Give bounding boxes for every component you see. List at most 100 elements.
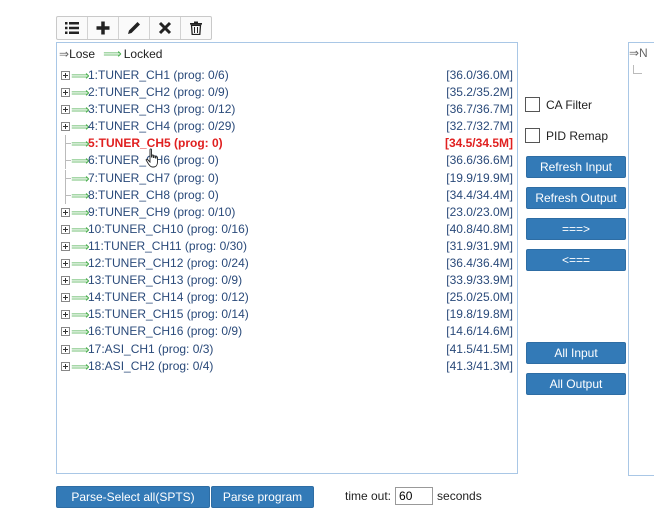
- channel-label[interactable]: 13:TUNER_CH13 (prog: 0/9): [88, 272, 242, 289]
- edit-button[interactable]: [119, 17, 150, 39]
- ca-filter-option[interactable]: CA Filter: [525, 97, 592, 112]
- channel-row[interactable]: ⟹ 9:TUNER_CH9 (prog: 0/10) [23.0/23.0M]: [57, 204, 517, 221]
- channel-row[interactable]: ⟹ 7:TUNER_CH7 (prog: 0) [19.9/19.9M]: [57, 169, 517, 187]
- locked-arrow-icon: ⟹: [71, 85, 90, 101]
- locked-arrow-icon: ⟹: [71, 238, 90, 254]
- list-icon: [65, 22, 79, 34]
- channel-row[interactable]: ⟹ 14:TUNER_CH14 (prog: 0/12) [25.0/25.0M]: [57, 289, 517, 306]
- channel-row[interactable]: ⟹ 17:ASI_CH1 (prog: 0/3) [41.5/41.5M]: [57, 341, 517, 358]
- channel-row[interactable]: ⟹ 1:TUNER_CH1 (prog: 0/6) [36.0/36.0M]: [57, 67, 517, 84]
- all-output-button[interactable]: All Output: [526, 373, 626, 395]
- timeout-unit: seconds: [437, 489, 482, 503]
- parse-program-button[interactable]: Parse program: [211, 486, 314, 508]
- expand-icon[interactable]: [61, 327, 70, 337]
- channel-label[interactable]: 3:TUNER_CH3 (prog: 0/12): [88, 101, 235, 118]
- locked-arrow-icon: ⟹: [71, 170, 90, 186]
- list-button[interactable]: [57, 17, 88, 39]
- input-channel-panel[interactable]: ⇒ Lose ⟹ Locked ⟹ 1:TUNER_CH1 (prog: 0/6)…: [56, 42, 518, 474]
- timeout-input[interactable]: [395, 487, 434, 505]
- channel-row[interactable]: ⟹ 6:TUNER_CH6 (prog: 0) [36.6/36.6M]: [57, 152, 517, 170]
- add-button[interactable]: [88, 17, 119, 39]
- expand-icon[interactable]: [61, 105, 70, 115]
- channel-row[interactable]: ⟹ 5:TUNER_CH5 (prog: 0) [34.5/34.5M]: [57, 135, 517, 153]
- refresh-input-button[interactable]: Refresh Input: [526, 156, 626, 178]
- channel-label[interactable]: 7:TUNER_CH7 (prog: 0): [88, 170, 219, 187]
- channel-label[interactable]: 9:TUNER_CH9 (prog: 0/10): [88, 204, 235, 221]
- channel-label[interactable]: 16:TUNER_CH16 (prog: 0/9): [88, 323, 242, 340]
- expand-icon[interactable]: [61, 293, 70, 303]
- channel-row[interactable]: ⟹ 4:TUNER_CH4 (prog: 0/29) [32.7/32.7M]: [57, 118, 517, 135]
- channel-row[interactable]: ⟹ 16:TUNER_CH16 (prog: 0/9) [14.6/14.6M]: [57, 323, 517, 340]
- channel-label[interactable]: 10:TUNER_CH10 (prog: 0/16): [88, 221, 249, 238]
- expand-icon[interactable]: [61, 88, 70, 98]
- trash-button[interactable]: [181, 17, 211, 39]
- channel-label[interactable]: 17:ASI_CH1 (prog: 0/3): [88, 341, 213, 358]
- locked-arrow-icon: ⟹: [71, 119, 90, 135]
- trash-icon: [190, 21, 202, 35]
- channel-bitrate: [19.8/19.8M]: [446, 307, 513, 322]
- expand-icon[interactable]: [61, 241, 70, 251]
- move-left-button[interactable]: <===: [526, 249, 626, 271]
- output-channel-panel[interactable]: ⇒N: [628, 42, 654, 476]
- expand-icon[interactable]: [61, 122, 70, 132]
- channel-bitrate: [14.6/14.6M]: [446, 324, 513, 339]
- move-right-button[interactable]: ===>: [526, 218, 626, 240]
- channel-bitrate: [34.5/34.5M]: [444, 136, 513, 151]
- channel-label[interactable]: 1:TUNER_CH1 (prog: 0/6): [88, 67, 229, 84]
- expand-icon[interactable]: [61, 344, 70, 354]
- pencil-icon: [128, 22, 140, 34]
- channel-row[interactable]: ⟹ 8:TUNER_CH8 (prog: 0) [34.4/34.4M]: [57, 186, 517, 204]
- channel-bitrate: [36.7/36.7M]: [446, 102, 513, 117]
- expand-icon[interactable]: [61, 276, 70, 286]
- channel-label[interactable]: 6:TUNER_CH6 (prog: 0): [88, 152, 219, 169]
- expand-icon[interactable]: [61, 259, 70, 269]
- channel-bitrate: [23.0/23.0M]: [446, 204, 513, 219]
- locked-arrow-icon: ⟹: [71, 136, 90, 152]
- refresh-output-button[interactable]: Refresh Output: [526, 187, 626, 209]
- locked-arrow-icon: ⟹: [71, 187, 90, 203]
- channel-bitrate: [41.5/41.5M]: [446, 341, 513, 356]
- channel-row[interactable]: ⟹ 18:ASI_CH2 (prog: 0/4) [41.3/41.3M]: [57, 358, 517, 375]
- expand-icon[interactable]: [61, 310, 70, 320]
- channel-row[interactable]: ⟹ 13:TUNER_CH13 (prog: 0/9) [33.9/33.9M]: [57, 272, 517, 289]
- channel-label[interactable]: 14:TUNER_CH14 (prog: 0/12): [88, 289, 249, 306]
- channel-label[interactable]: 12:TUNER_CH12 (prog: 0/24): [88, 255, 249, 272]
- locked-arrow-icon: ⟹: [71, 341, 90, 357]
- parse-select-all-button[interactable]: Parse-Select all(SPTS): [56, 486, 210, 508]
- channel-row[interactable]: ⟹ 12:TUNER_CH12 (prog: 0/24) [36.4/36.4M]: [57, 255, 517, 272]
- all-input-button[interactable]: All Input: [526, 342, 626, 364]
- channel-label[interactable]: 15:TUNER_CH15 (prog: 0/14): [88, 306, 249, 323]
- ca-filter-checkbox[interactable]: [525, 97, 540, 112]
- expand-icon[interactable]: [61, 361, 70, 371]
- plus-icon: [96, 21, 110, 35]
- channel-label[interactable]: 5:TUNER_CH5 (prog: 0): [88, 135, 223, 152]
- channel-bitrate: [41.3/41.3M]: [446, 358, 513, 373]
- channel-label[interactable]: 4:TUNER_CH4 (prog: 0/29): [88, 118, 235, 135]
- delete-button[interactable]: [150, 17, 181, 39]
- locked-arrow-icon: ⟹: [103, 46, 122, 61]
- expand-icon[interactable]: [61, 207, 70, 217]
- expand-icon[interactable]: [61, 224, 70, 234]
- pid-remap-option[interactable]: PID Remap: [525, 128, 608, 143]
- channel-row[interactable]: ⟹ 11:TUNER_CH11 (prog: 0/30) [31.9/31.9M]: [57, 238, 517, 255]
- channel-bitrate: [33.9/33.9M]: [446, 273, 513, 288]
- channel-bitrate: [36.4/36.4M]: [446, 256, 513, 271]
- channel-row[interactable]: ⟹ 10:TUNER_CH10 (prog: 0/16) [40.8/40.8M]: [57, 221, 517, 238]
- expand-icon[interactable]: [61, 71, 70, 80]
- channel-bitrate: [19.9/19.9M]: [446, 170, 513, 185]
- channel-bitrate: [31.9/31.9M]: [446, 238, 513, 253]
- pid-remap-checkbox[interactable]: [525, 128, 540, 143]
- channel-row[interactable]: ⟹ 2:TUNER_CH2 (prog: 0/9) [35.2/35.2M]: [57, 84, 517, 101]
- channel-label[interactable]: 2:TUNER_CH2 (prog: 0/9): [88, 84, 229, 101]
- channel-label[interactable]: 11:TUNER_CH11 (prog: 0/30): [88, 238, 247, 255]
- lose-arrow-icon: ⇒: [59, 47, 70, 61]
- locked-arrow-icon: ⟹: [71, 307, 90, 323]
- channel-label[interactable]: 8:TUNER_CH8 (prog: 0): [88, 187, 219, 204]
- channel-row[interactable]: ⟹ 3:TUNER_CH3 (prog: 0/12) [36.7/36.7M]: [57, 101, 517, 118]
- pid-remap-label: PID Remap: [546, 128, 609, 143]
- channel-row[interactable]: ⟹ 15:TUNER_CH15 (prog: 0/14) [19.8/19.8M]: [57, 306, 517, 323]
- channel-label[interactable]: 18:ASI_CH2 (prog: 0/4): [88, 358, 213, 375]
- locked-arrow-icon: ⟹: [71, 256, 90, 272]
- locked-arrow-icon: ⟹: [71, 204, 90, 220]
- channel-bitrate: [36.0/36.0M]: [446, 68, 513, 82]
